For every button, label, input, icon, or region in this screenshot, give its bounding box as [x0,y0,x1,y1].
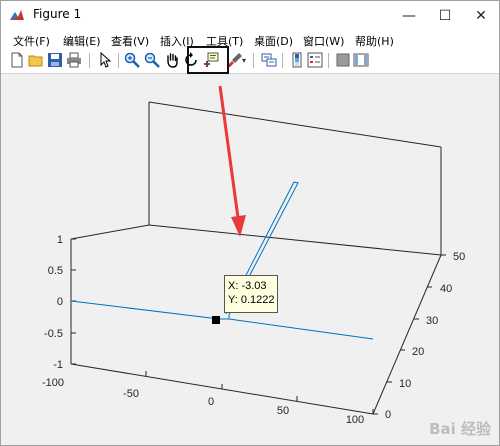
data-tip[interactable]: X: -3.03 Y: 0.1222 [224,275,278,313]
brush-icon[interactable] [227,52,243,68]
z-tick-label: -1 [53,359,63,371]
save-icon[interactable] [47,52,63,68]
new-figure-icon[interactable] [9,52,25,68]
plot-area: 1 0.5 0 -0.5 -1 -100 -50 0 50 100 0 10 2… [42,85,465,426]
x-tick-label: 100 [346,414,364,426]
toolbar-separator [89,53,90,68]
legend-icon[interactable] [307,52,323,68]
colorbar-icon[interactable] [289,52,305,68]
close-icon: ✕ [475,8,487,24]
close-button[interactable]: ✕ [463,1,499,31]
data-cursor-highlight [187,46,229,74]
y-tick-label: 40 [440,283,452,295]
toolbar-separator [282,53,283,68]
link-plot-icon[interactable] [261,52,277,68]
maximize-icon: ☐ [438,8,452,24]
axes-box-edge [148,101,442,148]
figure-window: Figure 1 — ☐ ✕ 文件(F) 编辑(E) 查看(V) 插入(I) 工… [0,0,500,446]
menu-desktop[interactable]: 桌面(D) [254,33,293,49]
toolbar: ▾ [1,49,499,74]
menu-window[interactable]: 窗口(W) [303,33,344,49]
y-tick-label: 20 [412,346,424,358]
annotation-arrow [218,85,241,226]
maximize-button[interactable]: ☐ [427,1,463,31]
y-tick-label: 30 [426,315,438,327]
minimize-button[interactable]: — [391,1,427,31]
x-tick-label: -50 [123,388,139,400]
title-bar: Figure 1 — ☐ ✕ [1,1,499,31]
z-tick-label: 0 [57,296,63,308]
x-tick-label: 0 [208,396,214,408]
data-point-marker[interactable] [212,316,220,324]
zoom-in-icon[interactable] [124,52,140,68]
menu-file[interactable]: 文件(F) [13,33,50,49]
zoom-out-icon[interactable] [144,52,160,68]
print-icon[interactable] [66,52,82,68]
menu-help[interactable]: 帮助(H) [355,33,394,49]
toolbar-separator [328,53,329,68]
hide-plot-tools-icon[interactable] [335,52,351,68]
axes-box-edge [372,254,442,415]
y-tick-label: 0 [385,409,391,421]
axes-box-edge [70,224,150,240]
show-plot-tools-icon[interactable] [353,52,369,68]
open-file-icon[interactable] [28,52,44,68]
y-tick-label: 10 [399,378,411,390]
toolbar-separator [253,53,254,68]
menu-edit[interactable]: 编辑(E) [63,33,101,49]
z-tick-label: 0.5 [48,265,63,277]
menu-view[interactable]: 查看(V) [111,33,149,49]
matlab-icon [10,10,24,20]
axes-box-edge [148,224,442,256]
datatip-y: Y: 0.1222 [228,294,275,306]
datatip-x: X: -3.03 [228,280,267,292]
plot-line[interactable] [70,300,374,340]
select-arrow-icon[interactable] [97,52,113,68]
toolbar-separator [118,53,119,68]
x-tick-label: -100 [42,377,64,389]
watermark: Bai 经验 [429,420,491,438]
pan-hand-icon[interactable] [164,52,180,68]
y-tick-label: 50 [453,251,465,263]
z-tick-label: -0.5 [44,328,63,340]
minimize-icon: — [402,8,416,24]
z-tick-label: 1 [57,234,63,246]
window-title: Figure 1 [33,7,82,21]
brush-dropdown-icon[interactable]: ▾ [242,56,258,72]
menu-bar: 文件(F) 编辑(E) 查看(V) 插入(I) 工具(T) 桌面(D) 窗口(W… [1,31,499,49]
x-tick-label: 50 [277,405,289,417]
